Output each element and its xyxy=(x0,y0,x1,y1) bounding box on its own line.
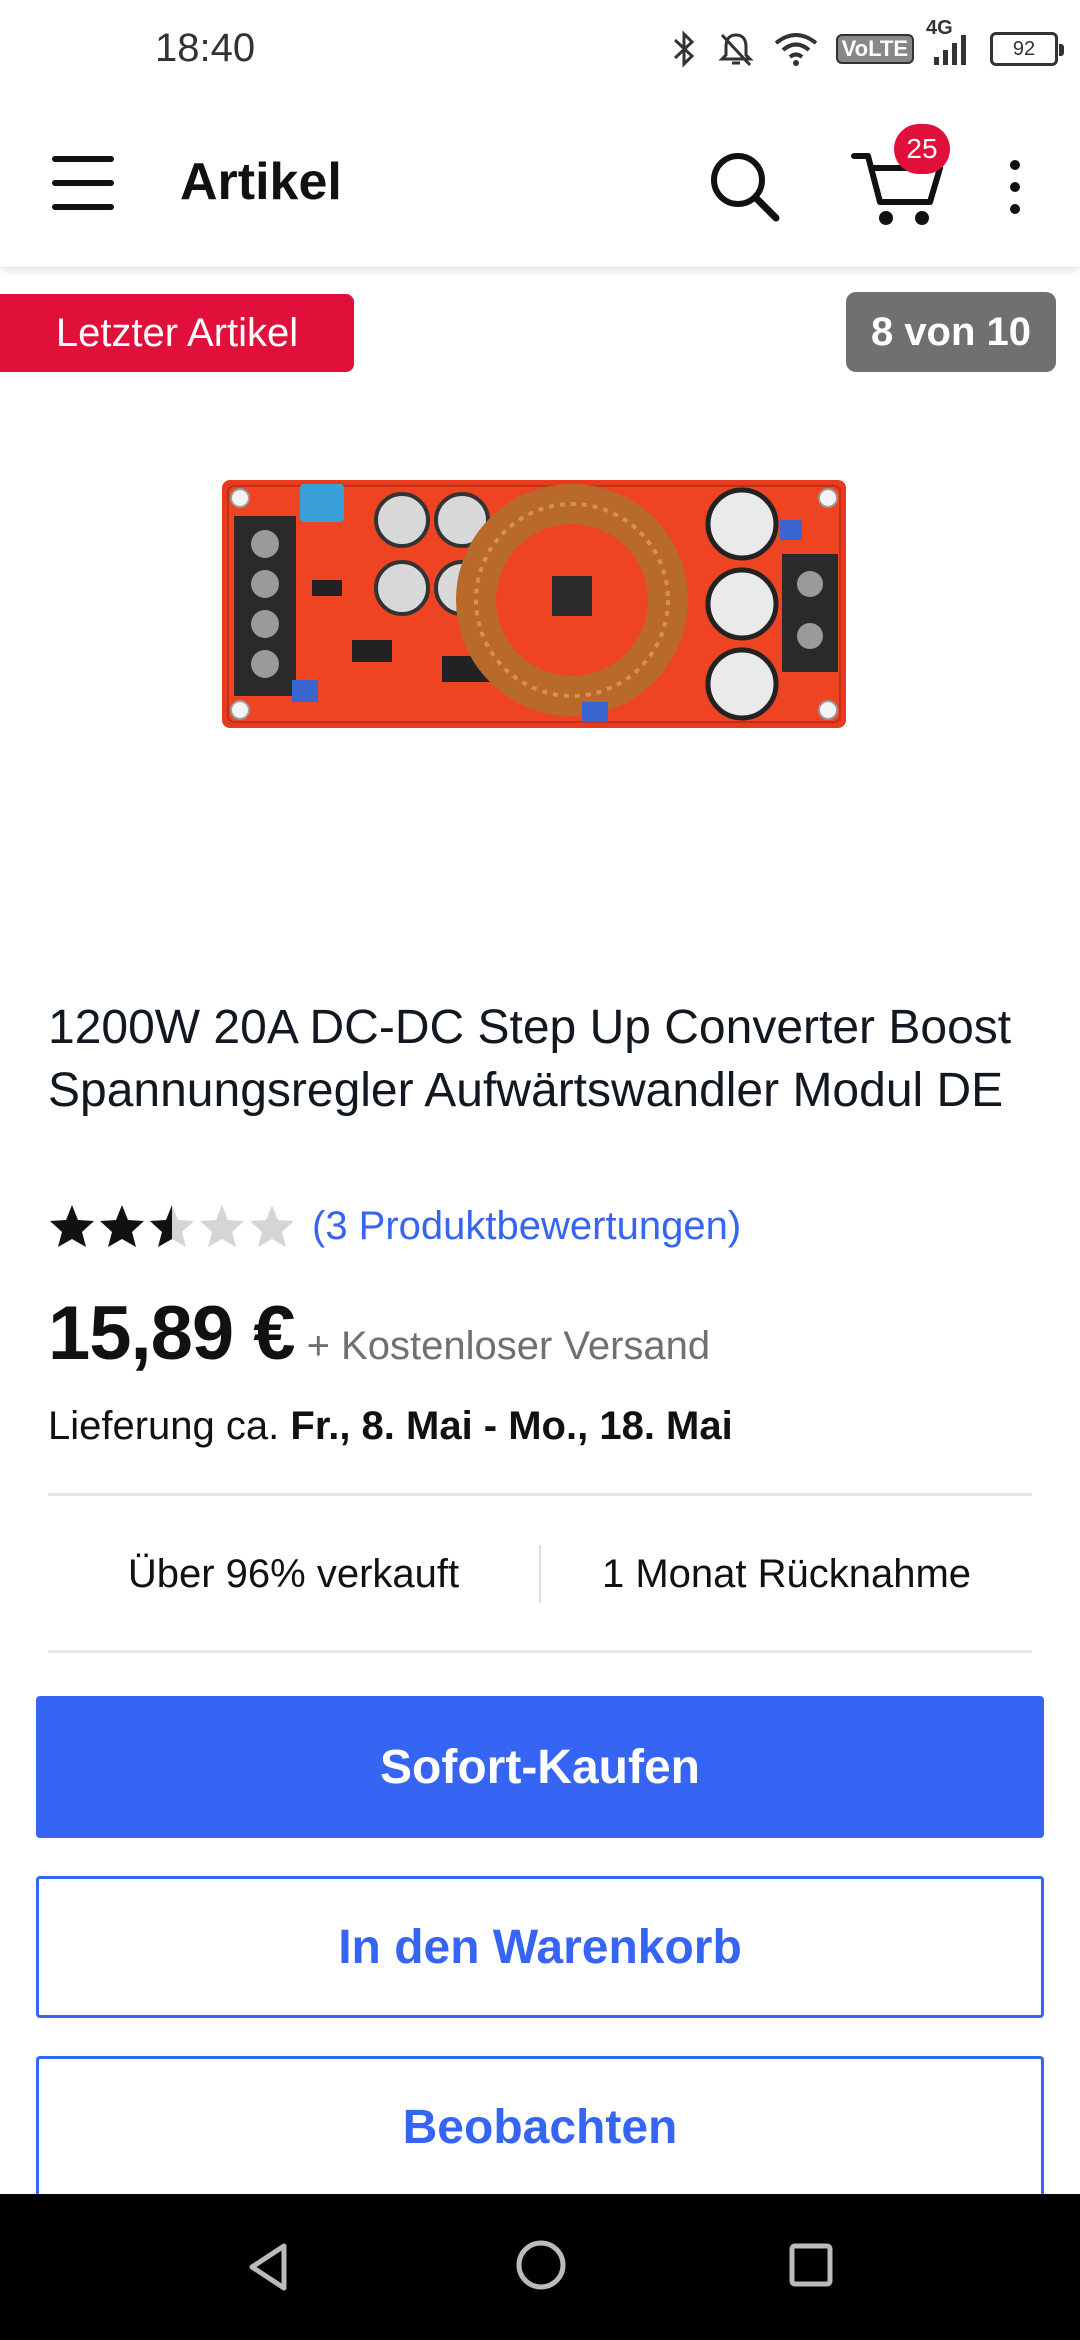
status-icons: VoLTE 4G 92 xyxy=(672,17,1064,74)
star-empty-icon xyxy=(250,1205,294,1247)
product-image[interactable] xyxy=(222,480,846,728)
system-nav-bar xyxy=(0,2194,1080,2340)
status-bar: 18:40 VoLTE 4G 92 xyxy=(0,0,1080,100)
image-counter: 8 von 10 xyxy=(846,292,1056,372)
battery-level: 92 xyxy=(1012,37,1036,60)
price-row: 15,89 € + Kostenloser Versand xyxy=(48,1290,710,1377)
rating-row: (3 Produktbewertungen) xyxy=(48,1196,741,1256)
battery-icon: 92 xyxy=(990,32,1064,66)
product-title: 1200W 20A DC-DC Step Up Converter Boost … xyxy=(48,1001,1012,1117)
recents-icon[interactable] xyxy=(788,2242,834,2293)
star-full-icon xyxy=(100,1205,144,1247)
delivery-prefix: Lieferung ca. xyxy=(48,1404,280,1448)
price: 15,89 € xyxy=(48,1291,296,1376)
buy-now-button[interactable]: Sofort-Kaufen xyxy=(36,1696,1044,1838)
star-empty-icon xyxy=(200,1205,244,1247)
cart-count-badge: 25 xyxy=(894,124,950,174)
delivery-dates: Fr., 8. Mai - Mo., 18. Mai xyxy=(290,1404,733,1448)
star-full-icon xyxy=(50,1205,94,1247)
network-type: 4G xyxy=(926,17,953,39)
back-icon[interactable] xyxy=(244,2240,294,2299)
page-title: Artikel xyxy=(180,153,342,211)
status-time: 18:40 xyxy=(155,26,256,70)
star-half-icon xyxy=(150,1205,194,1247)
more-options-icon[interactable] xyxy=(1000,152,1030,222)
sold-info: Über 96% verkauft xyxy=(127,1551,460,1596)
info-row: Über 96% verkauft 1 Monat Rücknahme xyxy=(48,1496,1032,1652)
shipping-info: + Kostenloser Versand xyxy=(306,1324,711,1368)
signal-icon: 4G xyxy=(926,17,972,67)
wifi-icon xyxy=(774,31,818,67)
reviews-link[interactable]: (3 Produktbewertungen) xyxy=(312,1204,741,1249)
add-to-cart-button[interactable]: In den Warenkorb xyxy=(36,1876,1044,2018)
last-item-badge: Letzter Artikel xyxy=(0,294,354,372)
volte-indicator: VoLTE xyxy=(835,34,914,64)
mute-icon xyxy=(716,29,756,69)
menu-icon[interactable] xyxy=(50,150,116,216)
bluetooth-icon xyxy=(672,29,698,69)
delivery-info: Lieferung ca. Fr., 8. Mai - Mo., 18. Mai xyxy=(48,1404,733,1449)
watch-button[interactable]: Beobachten xyxy=(36,2056,1044,2198)
home-icon[interactable] xyxy=(514,2238,568,2297)
search-icon[interactable] xyxy=(704,146,784,226)
return-info: 1 Monat Rücknahme xyxy=(601,1551,972,1596)
rating-stars xyxy=(48,1203,296,1249)
divider xyxy=(48,1650,1032,1653)
